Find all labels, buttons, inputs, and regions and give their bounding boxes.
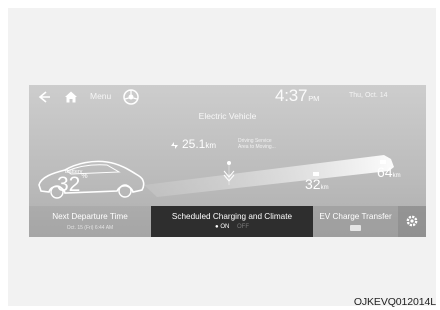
- range-left-value: 32: [305, 176, 321, 192]
- battery-percent: 32: [57, 173, 81, 196]
- settings-button[interactable]: [398, 206, 426, 237]
- next-departure-panel[interactable]: Next Departure Time Oct. 15 (Fri) 6:44 A…: [29, 206, 151, 237]
- ev-charge-transfer-panel[interactable]: EV Charge Transfer: [313, 206, 398, 237]
- range-right-value: 64: [377, 164, 393, 180]
- ev-charge-transfer-title: EV Charge Transfer: [319, 212, 392, 221]
- gear-icon: [406, 215, 418, 227]
- figure-caption: OJKEVQ012014L: [353, 296, 436, 308]
- status-off: OFF: [236, 224, 249, 230]
- battery-value: 32%: [57, 173, 88, 197]
- status-on: ON: [220, 224, 230, 230]
- scheduled-status: ● ON OFF: [151, 224, 313, 230]
- driving-range-unit: km: [205, 141, 217, 150]
- range-left-unit: km: [320, 185, 329, 191]
- driving-service-line2: Area to Moving...: [238, 144, 276, 150]
- range-left: 32km: [305, 176, 329, 192]
- ev-charge-transfer-icon: [350, 225, 361, 231]
- plug-icon: ●: [215, 224, 219, 230]
- battery-unit: %: [81, 173, 88, 180]
- bottom-bar: Next Departure Time Oct. 15 (Fri) 6:44 A…: [29, 206, 426, 237]
- driving-range-value: 25.1: [182, 137, 206, 151]
- driving-service-note: Driving Service Area to Moving...: [238, 138, 276, 150]
- range-right: 64km: [377, 164, 401, 180]
- next-departure-time: Oct. 15 (Fri) 6:44 AM: [66, 225, 114, 231]
- range-right-unit: km: [392, 173, 401, 179]
- car-silhouette: [38, 160, 145, 199]
- driving-range: 25.1km: [182, 137, 216, 151]
- ev-screen: Menu 4:37PM Thu, Oct. 14 Electric Vehicl…: [29, 85, 426, 237]
- scheduled-charging-panel[interactable]: Scheduled Charging and Climate ● ON OFF: [151, 206, 313, 237]
- next-departure-title: Next Departure Time: [52, 212, 128, 221]
- scheduled-charging-title: Scheduled Charging and Climate: [171, 212, 293, 221]
- range-plug-icon: [171, 142, 178, 149]
